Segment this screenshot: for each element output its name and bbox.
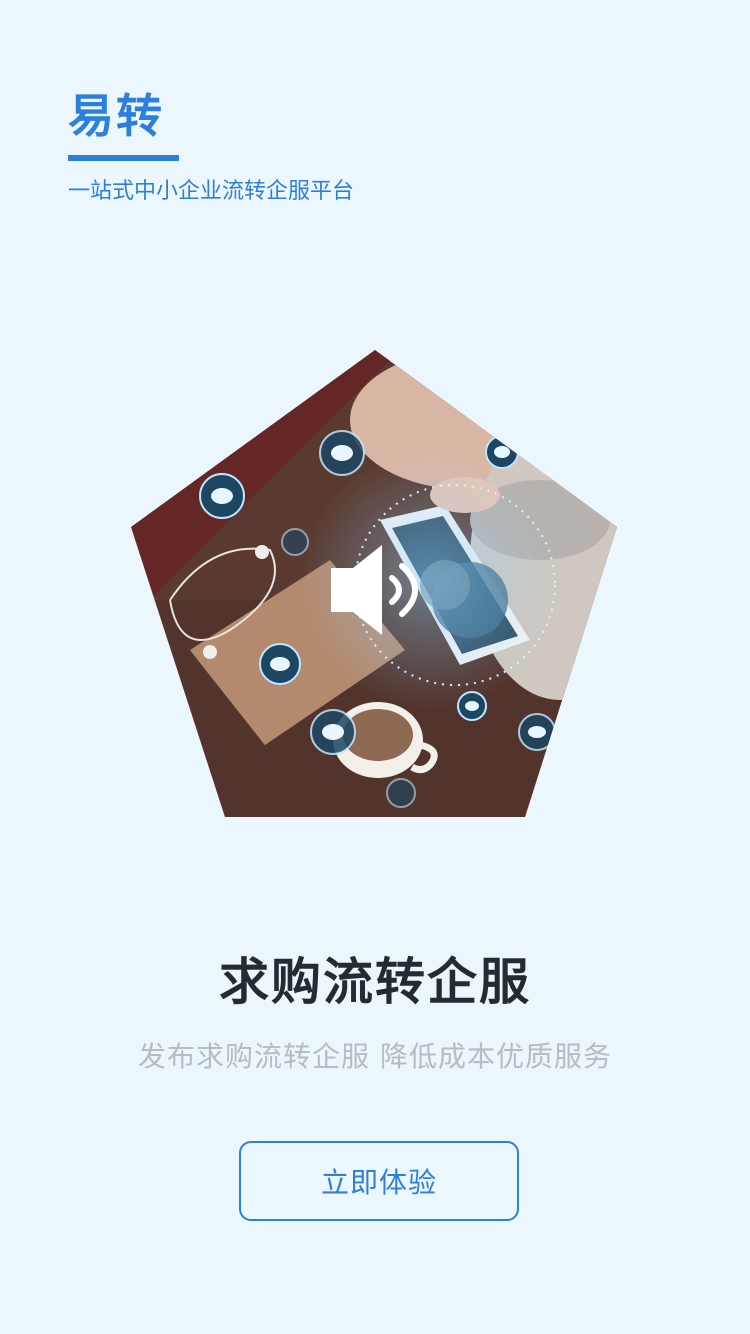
main-headline: 求购流转企服 — [219, 953, 531, 1011]
main-subline: 发布求购流转企服 降低成本优质服务 — [138, 1040, 612, 1073]
hero-illustration — [131, 350, 617, 817]
try-now-button[interactable]: 立即体验 — [239, 1141, 519, 1221]
hero-photo — [131, 350, 617, 817]
